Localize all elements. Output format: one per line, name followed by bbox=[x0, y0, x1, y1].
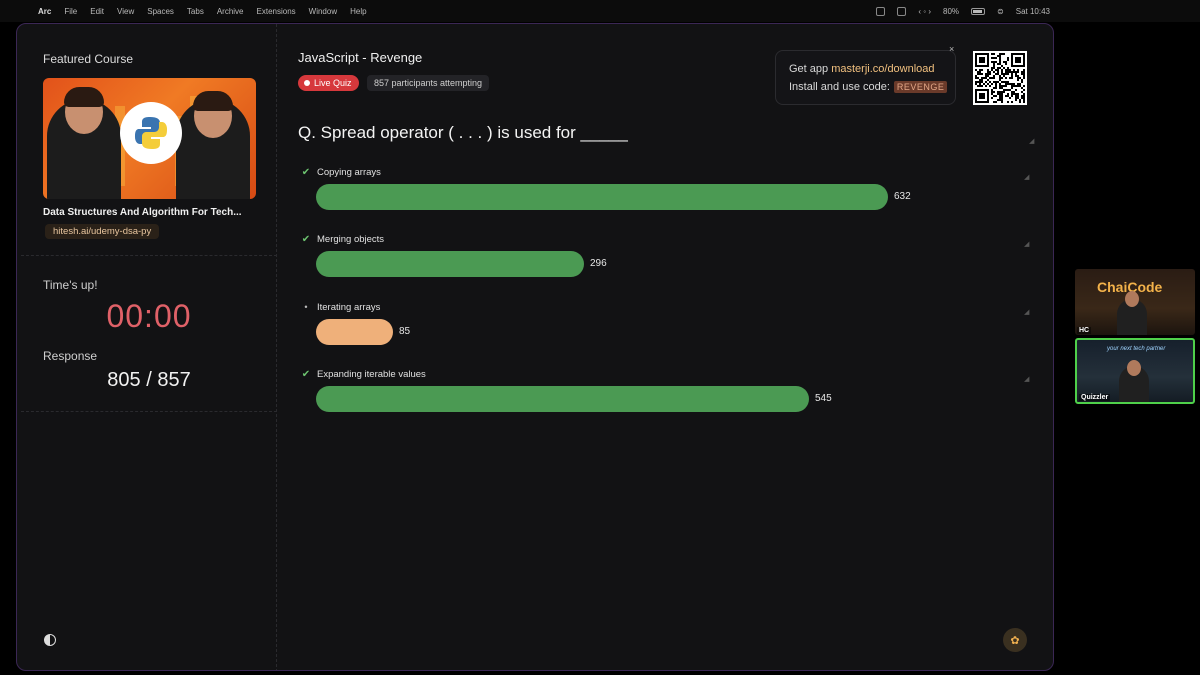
question-text: Q. Spread operator ( . . . ) is used for… bbox=[298, 123, 628, 142]
reaction-icon[interactable]: ✿ bbox=[1003, 628, 1027, 652]
neon-sign: your next tech partner bbox=[1107, 346, 1166, 352]
host-face bbox=[1125, 291, 1139, 307]
video-tile-speaker[interactable]: your next tech partner Quizzler bbox=[1075, 338, 1195, 404]
promo-line-2: Install and use code: REVENGE bbox=[789, 81, 948, 93]
theme-toggle-icon[interactable] bbox=[44, 634, 56, 646]
live-quiz-badge: Live Quiz bbox=[298, 75, 359, 91]
menu-edit[interactable]: Edit bbox=[90, 7, 104, 16]
left-sidebar: Featured Course Data Structures And Algo… bbox=[17, 24, 277, 670]
menu-help[interactable]: Help bbox=[350, 7, 366, 16]
participants-badge: 857 participants attempting bbox=[367, 75, 490, 91]
course-link[interactable]: hitesh.ai/udemy-dsa-py bbox=[45, 224, 160, 239]
vote-count: 296 bbox=[590, 258, 607, 269]
qr-code bbox=[973, 51, 1027, 105]
answer-option: • Iterating arrays 85 ◢ bbox=[298, 302, 1038, 368]
quiz-title: JavaScript - Revenge bbox=[298, 50, 423, 65]
screen-record-icon[interactable] bbox=[876, 6, 886, 16]
response-label: Response bbox=[43, 349, 98, 363]
timer-card: Time's up! 00:00 Response 805 / 857 bbox=[21, 256, 277, 412]
vote-count: 85 bbox=[399, 326, 411, 337]
app-promo-card: Get app masterji.co/download Install and… bbox=[775, 50, 956, 105]
answer-option: ✔ Expanding iterable values 545 ◢ bbox=[298, 369, 1038, 435]
menu-window[interactable]: Window bbox=[309, 7, 337, 16]
option-label: Expanding iterable values bbox=[317, 369, 426, 380]
menu-file[interactable]: File bbox=[64, 7, 77, 16]
promo-line-1: Get app masterji.co/download bbox=[789, 63, 935, 75]
option-label: Merging objects bbox=[317, 234, 385, 245]
menu-archive[interactable]: Archive bbox=[217, 7, 244, 16]
countdown-timer: 00:00 bbox=[106, 298, 192, 334]
instructor-2-hair bbox=[193, 91, 233, 111]
vote-bar bbox=[316, 386, 809, 412]
resize-corner-icon: ◢ bbox=[1024, 174, 1030, 181]
response-count: 805 / 857 bbox=[107, 369, 191, 391]
resize-corner-icon: ◢ bbox=[1024, 376, 1030, 383]
menu-arc[interactable]: Arc bbox=[38, 7, 51, 16]
menu-tabs[interactable]: Tabs bbox=[187, 7, 204, 16]
python-logo-icon bbox=[120, 102, 182, 164]
status-area: ‹ ◦ › 80% ⊜ Sat 10:43 bbox=[876, 0, 1050, 22]
course-thumbnail[interactable] bbox=[43, 78, 256, 199]
download-link[interactable]: masterji.co/download bbox=[831, 63, 934, 75]
vote-bar bbox=[316, 319, 393, 345]
times-up-label: Time's up! bbox=[43, 278, 98, 292]
answer-option: ✔ Copying arrays 632 ◢ bbox=[298, 167, 1038, 233]
battery-icon[interactable] bbox=[971, 7, 986, 15]
close-icon[interactable]: × bbox=[949, 44, 954, 54]
speaker-face bbox=[1127, 360, 1141, 376]
instructor-1-hair bbox=[64, 87, 104, 107]
promo-prefix: Get app bbox=[789, 63, 832, 75]
vote-count: 632 bbox=[894, 191, 911, 202]
dot-icon: • bbox=[304, 302, 308, 312]
control-center-icon[interactable]: ⊜ bbox=[997, 7, 1004, 16]
clock[interactable]: Sat 10:43 bbox=[1016, 7, 1050, 16]
menu-extensions[interactable]: Extensions bbox=[257, 7, 296, 16]
live-dot-icon bbox=[304, 80, 310, 86]
vote-bar bbox=[316, 184, 888, 210]
live-quiz-label: Live Quiz bbox=[314, 78, 352, 88]
vote-count: 545 bbox=[815, 393, 832, 404]
media-controls-icon[interactable]: ‹ ◦ › bbox=[918, 7, 931, 16]
check-icon: ✔ bbox=[301, 369, 311, 380]
clipboard-icon[interactable] bbox=[897, 6, 907, 16]
resize-corner-icon: ◢ bbox=[1029, 138, 1035, 145]
tile-name-hc: HC bbox=[1077, 327, 1092, 334]
browser-window: Featured Course Data Structures And Algo… bbox=[16, 23, 1054, 671]
menu-view[interactable]: View bbox=[117, 7, 134, 16]
check-icon: ✔ bbox=[301, 167, 311, 178]
option-label: Iterating arrays bbox=[317, 302, 381, 313]
menu-bar: Arc File Edit View Spaces Tabs Archive E… bbox=[0, 0, 1200, 22]
resize-corner-icon: ◢ bbox=[1024, 241, 1030, 248]
promo-code[interactable]: REVENGE bbox=[893, 81, 948, 93]
featured-course-card: Featured Course Data Structures And Algo… bbox=[21, 24, 277, 256]
vote-bar bbox=[316, 251, 584, 277]
tile-name-quizzler: Quizzler bbox=[1079, 394, 1111, 401]
battery-percent: 80% bbox=[943, 6, 960, 16]
promo-code-label: Install and use code: bbox=[789, 81, 890, 93]
resize-corner-icon: ◢ bbox=[1024, 309, 1030, 316]
video-tile-host[interactable]: ChaiCode HC bbox=[1075, 269, 1195, 335]
option-label: Copying arrays bbox=[317, 167, 381, 178]
course-name[interactable]: Data Structures And Algorithm For Tech..… bbox=[43, 207, 258, 218]
answer-option: ✔ Merging objects 296 ◢ bbox=[298, 234, 1038, 300]
featured-course-title: Featured Course bbox=[43, 52, 134, 66]
check-icon: ✔ bbox=[301, 234, 311, 245]
menu-spaces[interactable]: Spaces bbox=[147, 7, 174, 16]
